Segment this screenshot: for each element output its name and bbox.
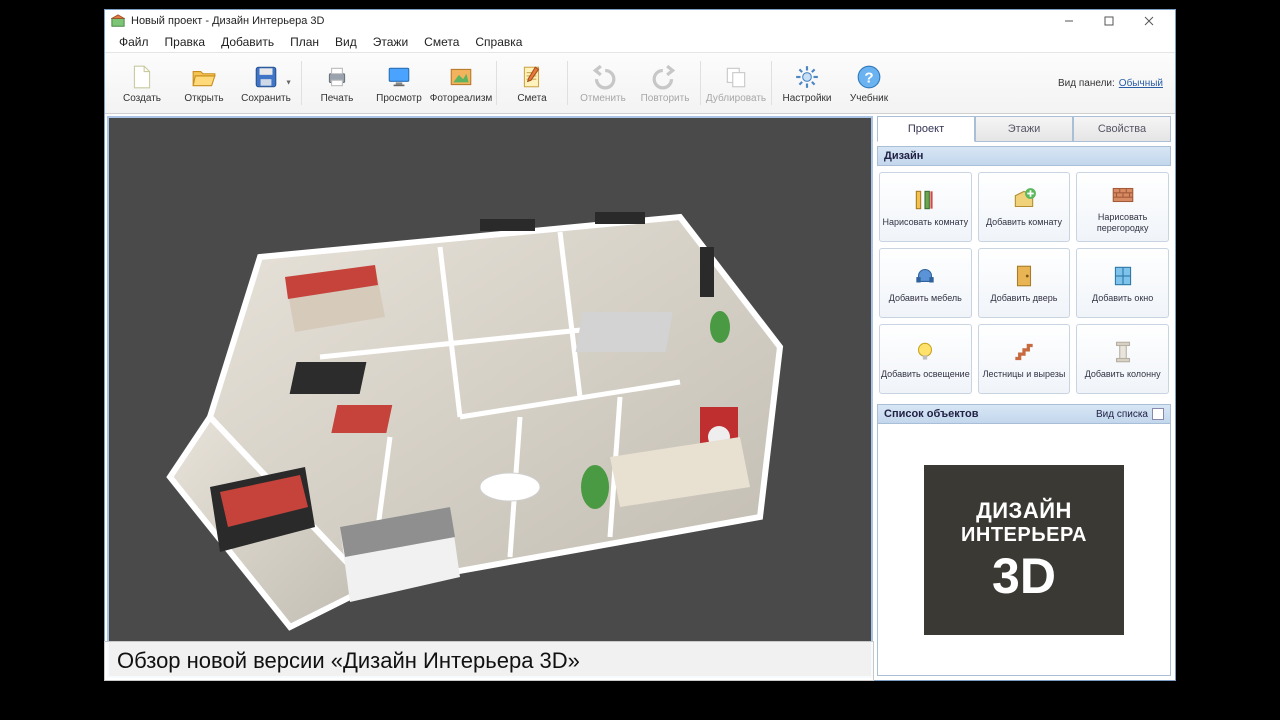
menu-help[interactable]: Справка: [467, 33, 530, 51]
save-button[interactable]: Сохранить ▼: [235, 56, 297, 110]
add-room-button[interactable]: Добавить комнату: [978, 172, 1071, 242]
menu-file[interactable]: Файл: [111, 33, 157, 51]
maximize-button[interactable]: [1089, 10, 1129, 32]
floppy-icon: [252, 63, 280, 91]
app-window: Новый проект - Дизайн Интерьера 3D Файл …: [104, 9, 1176, 681]
settings-button[interactable]: Настройки: [776, 56, 838, 110]
monitor-icon: [385, 63, 413, 91]
side-tabs: Проект Этажи Свойства: [877, 116, 1171, 142]
notepad-icon: [518, 63, 546, 91]
open-button[interactable]: Открыть: [173, 56, 235, 110]
estimate-button[interactable]: Смета: [501, 56, 563, 110]
viewport-3d[interactable]: [107, 116, 873, 678]
toolbar: Создать Открыть Сохранить ▼ Печать Просм…: [105, 52, 1175, 114]
add-door-button[interactable]: Добавить дверь: [978, 248, 1071, 318]
section-objects-header: Список объектов Вид списка: [877, 404, 1171, 424]
render-icon: [447, 63, 475, 91]
printer-icon: [323, 63, 351, 91]
file-new-icon: [128, 63, 156, 91]
chevron-down-icon: ▼: [285, 80, 292, 87]
tab-floors[interactable]: Этажи: [975, 116, 1073, 142]
draw-room-button[interactable]: Нарисовать комнату: [879, 172, 972, 242]
draw-wall-button[interactable]: Нарисовать перегородку: [1076, 172, 1169, 242]
floorplan-render: [109, 118, 871, 676]
design-tools-grid: Нарисовать комнату Добавить комнату Нари…: [877, 166, 1171, 400]
undo-button[interactable]: Отменить: [572, 56, 634, 110]
toolbar-separator: [301, 61, 302, 105]
add-window-button[interactable]: Добавить окно: [1076, 248, 1169, 318]
list-thumb-icon: [1152, 408, 1164, 420]
tab-project[interactable]: Проект: [877, 116, 975, 142]
room-add-icon: [1010, 186, 1038, 214]
video-caption: Обзор новой версии «Дизайн Интерьера 3D»: [104, 641, 874, 681]
titlebar[interactable]: Новый проект - Дизайн Интерьера 3D: [105, 10, 1175, 32]
toolbar-separator: [496, 61, 497, 105]
duplicate-icon: [722, 63, 750, 91]
app-icon: [111, 14, 125, 28]
close-button[interactable]: [1129, 10, 1169, 32]
column-icon: [1109, 338, 1137, 366]
preview-button[interactable]: Просмотр: [368, 56, 430, 110]
toolbar-separator: [567, 61, 568, 105]
svg-text:?: ?: [864, 69, 873, 86]
menu-plan[interactable]: План: [282, 33, 327, 51]
door-icon: [1010, 262, 1038, 290]
gear-icon: [793, 63, 821, 91]
redo-icon: [651, 63, 679, 91]
photorealism-button[interactable]: Фотореализм: [430, 56, 492, 110]
undo-icon: [589, 63, 617, 91]
print-button[interactable]: Печать: [306, 56, 368, 110]
menu-add[interactable]: Добавить: [213, 33, 282, 51]
help-icon: ?: [855, 63, 883, 91]
list-view-link[interactable]: Вид списка: [1096, 408, 1164, 420]
tab-properties[interactable]: Свойства: [1073, 116, 1171, 142]
section-design-header: Дизайн: [877, 146, 1171, 166]
stairs-icon: [1010, 338, 1038, 366]
panel-view-selector: Вид панели: Обычный: [1058, 78, 1169, 89]
menu-edit[interactable]: Правка: [157, 33, 214, 51]
manual-button[interactable]: ? Учебник: [838, 56, 900, 110]
toolbar-separator: [771, 61, 772, 105]
window-title: Новый проект - Дизайн Интерьера 3D: [131, 15, 324, 27]
menu-view[interactable]: Вид: [327, 33, 365, 51]
redo-button[interactable]: Повторить: [634, 56, 696, 110]
duplicate-button[interactable]: Дублировать: [705, 56, 767, 110]
create-button[interactable]: Создать: [111, 56, 173, 110]
minimize-button[interactable]: [1049, 10, 1089, 32]
armchair-icon: [911, 262, 939, 290]
menubar: Файл Правка Добавить План Вид Этажи Смет…: [105, 32, 1175, 52]
menu-floors[interactable]: Этажи: [365, 33, 416, 51]
side-panel: Проект Этажи Свойства Дизайн Нарисовать …: [875, 114, 1175, 680]
object-list: ДИЗАЙН ИНТЕРЬЕРА 3D: [877, 424, 1171, 676]
window-icon: [1109, 262, 1137, 290]
toolbar-separator: [700, 61, 701, 105]
brick-wall-icon: [1109, 181, 1137, 209]
pencil-ruler-icon: [911, 186, 939, 214]
promo-banner: ДИЗАЙН ИНТЕРЬЕРА 3D: [924, 465, 1124, 635]
bulb-icon: [911, 338, 939, 366]
folder-open-icon: [190, 63, 218, 91]
add-furniture-button[interactable]: Добавить мебель: [879, 248, 972, 318]
menu-estimate[interactable]: Смета: [416, 33, 467, 51]
stairs-button[interactable]: Лестницы и вырезы: [978, 324, 1071, 394]
add-light-button[interactable]: Добавить освещение: [879, 324, 972, 394]
panel-view-link[interactable]: Обычный: [1119, 78, 1163, 89]
add-column-button[interactable]: Добавить колонну: [1076, 324, 1169, 394]
